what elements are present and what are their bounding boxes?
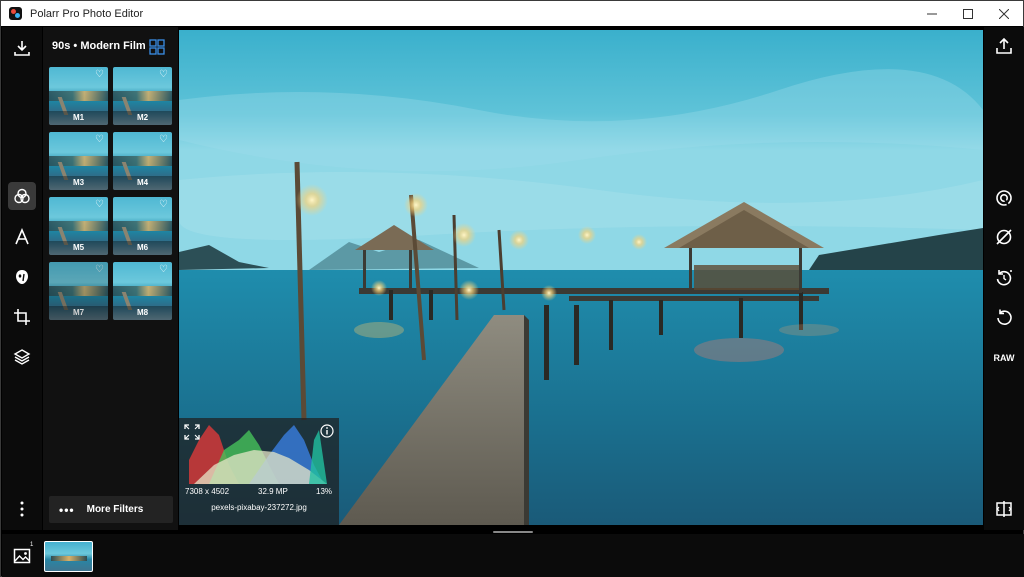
heart-icon[interactable]: ♡ [159,200,168,210]
filter-panel: 90s • Modern Film ♡ M1 ♡ M2 ♡ M3 ♡ M4 ♡ … [43,27,178,530]
filter-thumb-m7[interactable]: ♡ M7 [49,262,108,320]
file-name: pexels-pixabay-237272.jpg [211,503,307,512]
filmstrip-resize-handle[interactable] [493,531,533,533]
more-filters-button[interactable]: ••• More Filters [49,496,173,523]
filters-tool-button[interactable] [8,182,36,210]
histogram-panel: 7308 x 4502 32.9 MP 13% pexels-pixabay-2… [179,418,339,525]
image-dimensions: 7308 x 4502 [185,487,230,496]
minimize-icon [927,13,937,14]
heart-icon[interactable]: ♡ [159,135,168,145]
filmstrip-thumbnail[interactable] [44,541,93,572]
crop-icon [14,309,30,325]
text-icon [15,228,29,245]
filter-label: M2 [113,111,172,125]
raw-button[interactable]: RAW [990,344,1018,372]
share-button[interactable] [990,32,1018,60]
maximize-icon [963,8,973,19]
layers-tool-button[interactable] [8,343,36,371]
expand-icon[interactable] [184,424,200,440]
reset-button[interactable] [990,304,1018,332]
filter-label: M5 [49,241,108,255]
heart-icon[interactable]: ♡ [95,70,104,80]
filter-label: M7 [49,306,108,320]
filter-label: M4 [113,176,172,190]
more-vertical-icon [20,501,24,517]
filter-thumb-m1[interactable]: ♡ M1 [49,67,108,125]
hide-adjustments-icon [996,229,1012,245]
filter-label: M6 [113,241,172,255]
histogram-graph [189,425,327,484]
heart-icon[interactable]: ♡ [159,265,168,275]
face-tool-button[interactable] [8,263,36,291]
compare-icon [996,501,1012,517]
image-megapixels: 32.9 MP [258,487,288,496]
minimize-button[interactable] [914,1,950,26]
filmstrip-bar: 1 [2,534,1024,577]
filter-collection-title: 90s • Modern Film [52,40,146,52]
filter-thumb-m6[interactable]: ♡ M6 [113,197,172,255]
text-tool-button[interactable] [8,223,36,251]
hide-adjustments-button[interactable] [990,223,1018,251]
history-button[interactable] [990,264,1018,292]
app-window: Polarr Pro Photo Editor 90s • Modern Fil… [0,0,1024,577]
heart-icon[interactable]: ♡ [159,70,168,80]
history-icon [996,270,1012,286]
info-icon[interactable] [320,424,334,438]
reset-icon [997,309,1012,325]
gallery-icon[interactable] [13,547,31,565]
more-menu-button[interactable] [8,495,36,523]
share-icon [996,37,1012,54]
filter-thumb-m8[interactable]: ♡ M8 [113,262,172,320]
filter-thumb-m5[interactable]: ♡ M5 [49,197,108,255]
left-toolbar [2,27,42,530]
close-button[interactable] [986,1,1022,26]
close-icon [999,8,1009,19]
filter-label: M8 [113,306,172,320]
more-horizontal-icon: ••• [59,502,75,517]
download-button[interactable] [8,34,36,62]
heart-icon[interactable]: ♡ [95,265,104,275]
right-toolbar: RAW [984,27,1024,530]
filter-thumb-m4[interactable]: ♡ M4 [113,132,172,190]
filters-icon [14,188,30,204]
download-icon [14,41,30,56]
face-icon [16,270,28,284]
filter-label: M1 [49,111,108,125]
gallery-count-badge: 1 [30,542,34,548]
compare-button[interactable] [990,495,1018,523]
heart-icon[interactable]: ♡ [95,135,104,145]
filter-thumb-m2[interactable]: ♡ M2 [113,67,172,125]
auto-enhance-button[interactable] [990,184,1018,212]
more-filters-label: More Filters [86,504,144,515]
layers-icon [13,349,31,365]
title-bar: Polarr Pro Photo Editor [1,1,1023,26]
heart-icon[interactable]: ♡ [95,200,104,210]
filter-thumb-m3[interactable]: ♡ M3 [49,132,108,190]
auto-enhance-icon [996,190,1012,206]
maximize-button[interactable] [950,1,986,26]
crop-tool-button[interactable] [8,303,36,331]
grid-view-icon[interactable] [149,39,165,55]
filter-label: M3 [49,176,108,190]
raw-icon: RAW [993,353,1015,363]
zoom-level: 13% [316,487,333,496]
app-logo-icon [9,7,22,20]
window-title: Polarr Pro Photo Editor [30,7,144,20]
